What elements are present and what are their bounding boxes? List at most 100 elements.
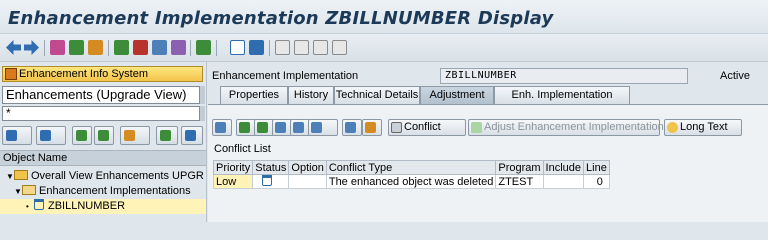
details-button[interactable]	[212, 119, 232, 136]
tree-toolbar	[2, 126, 205, 148]
activate-icon[interactable]	[88, 40, 103, 55]
column-header[interactable]: Status	[252, 160, 290, 175]
long-text-button-label: Long Text	[680, 121, 728, 133]
expand-triangle-icon[interactable]: ▼	[14, 184, 22, 199]
conflict-button[interactable]: Conflict	[388, 119, 466, 136]
filter-icon	[311, 122, 322, 133]
filter-icon	[124, 130, 135, 141]
tab-history[interactable]: History	[288, 86, 334, 104]
tree-forward-button[interactable]	[36, 126, 66, 145]
help-icon	[667, 122, 678, 133]
where-used-icon[interactable]	[152, 40, 167, 55]
tab-implementation-elements[interactable]: Enh. Implementation Elements	[494, 86, 630, 117]
check-icon[interactable]	[114, 40, 129, 55]
column-header[interactable]: Line	[583, 160, 610, 175]
line-cell[interactable]: 0	[583, 174, 610, 189]
edit-icon[interactable]	[133, 40, 148, 55]
back-icon	[6, 130, 17, 141]
layout-button[interactable]	[362, 119, 382, 136]
tree-help-button[interactable]	[181, 126, 203, 145]
conflict-table: Priority Status Option Conflict Type Pro…	[212, 160, 610, 189]
layout-icon[interactable]	[230, 40, 245, 55]
column-header[interactable]: Program	[495, 160, 544, 175]
priority-cell[interactable]: Low	[212, 174, 254, 189]
include-cell[interactable]	[542, 174, 585, 189]
tab-adjustment[interactable]: Adjustment	[420, 86, 494, 104]
conflict-button-label: Conflict	[404, 121, 441, 133]
view-select[interactable]: Enhancements (Upgrade View)	[2, 86, 200, 104]
toolbar-separator	[44, 40, 45, 56]
sort-ascending-button[interactable]	[236, 119, 256, 136]
editor-area: Enhancement Implementation ZBILLNUMBER A…	[208, 62, 768, 222]
find-icon	[275, 122, 286, 133]
collapse-icon	[98, 130, 109, 141]
hierarchy-icon[interactable]	[171, 40, 186, 55]
conflict-list-title: Conflict List	[214, 143, 271, 155]
paste-icon[interactable]	[313, 40, 328, 55]
check-icon	[471, 122, 482, 133]
column-header[interactable]: Option	[288, 160, 327, 175]
table-header-row: Priority Status Option Conflict Type Pro…	[212, 160, 610, 175]
object-input-scrollbar[interactable]	[200, 106, 205, 121]
toolbar-separator	[190, 40, 191, 56]
toolbar-separator	[108, 40, 109, 56]
status-cell[interactable]	[252, 174, 290, 189]
navigation-panel: Enhancement Info System Enhancements (Up…	[0, 62, 207, 222]
title-bar: Enhancement Implementation ZBILLNUMBER D…	[0, 0, 768, 34]
tree-collapse-button[interactable]	[94, 126, 114, 145]
cut-icon[interactable]	[275, 40, 290, 55]
sort-descending-button[interactable]	[254, 119, 274, 136]
program-cell[interactable]: ZTEST	[495, 174, 544, 189]
sort-ascending-icon	[239, 122, 250, 133]
other-object-icon[interactable]	[50, 40, 65, 55]
tree-column-header: Object Name	[0, 150, 206, 166]
adjust-button-label: Adjust Enhancement Implementation	[484, 121, 664, 133]
tree-icon[interactable]	[196, 40, 211, 55]
tree-refresh-button[interactable]	[156, 126, 178, 145]
long-text-button[interactable]: Long Text	[664, 119, 742, 136]
header-label: Enhancement Implementation	[212, 70, 359, 82]
find-icon[interactable]	[332, 40, 347, 55]
sum-button[interactable]	[290, 119, 310, 136]
tree-back-button[interactable]	[2, 126, 32, 145]
tab-technical-details[interactable]: Technical Details	[334, 86, 420, 104]
header-value-field: ZBILLNUMBER	[440, 68, 688, 84]
tree-node-implementations[interactable]: ▼ Enhancement Implementations	[0, 184, 206, 199]
forward-icon[interactable]	[24, 40, 39, 55]
print-icon	[345, 122, 356, 133]
tree-expand-button[interactable]	[72, 126, 92, 145]
column-header[interactable]: Priority	[212, 160, 254, 175]
status-label: Active	[720, 70, 750, 82]
column-header[interactable]: Include	[542, 160, 585, 175]
column-header[interactable]: Conflict Type	[325, 160, 497, 175]
option-cell[interactable]	[288, 174, 327, 189]
layout-icon	[365, 122, 376, 133]
print-button[interactable]	[342, 119, 362, 136]
folder-icon	[14, 170, 28, 180]
expand-triangle-icon[interactable]: ▼	[6, 169, 14, 184]
tree-node-overall-view[interactable]: ▼ Overall View Enhancements UPGR	[0, 169, 206, 184]
application-toolbar	[0, 34, 768, 62]
expand-icon	[76, 130, 87, 141]
back-icon[interactable]	[6, 40, 21, 55]
table-row[interactable]: Low The enhanced object was deleted ZTES…	[212, 174, 610, 189]
tab-properties[interactable]: Properties	[220, 86, 288, 104]
tree-filter-button[interactable]	[120, 126, 150, 145]
view-select-scrollbar[interactable]	[200, 86, 205, 104]
display-change-icon[interactable]	[69, 40, 84, 55]
sort-descending-icon	[257, 122, 268, 133]
info-icon[interactable]	[249, 40, 264, 55]
implementations-icon	[22, 185, 36, 195]
enhancement-info-system-button[interactable]: Enhancement Info System	[2, 66, 203, 82]
adjust-implementation-button[interactable]: Adjust Enhancement Implementation	[468, 119, 664, 136]
tree-node-label: ZBILLNUMBER	[48, 200, 126, 212]
object-input[interactable]: *	[2, 106, 200, 121]
filter-button[interactable]	[308, 119, 338, 136]
tree-node-label: Enhancement Implementations	[39, 185, 191, 197]
tree-node-zbillnumber[interactable]: • ZBILLNUMBER	[0, 199, 206, 214]
info-system-icon	[5, 68, 17, 80]
find-button[interactable]	[272, 119, 292, 136]
copy-icon[interactable]	[294, 40, 309, 55]
leaf-dot-icon: •	[26, 202, 29, 211]
conflict-type-cell[interactable]: The enhanced object was deleted	[325, 174, 497, 189]
